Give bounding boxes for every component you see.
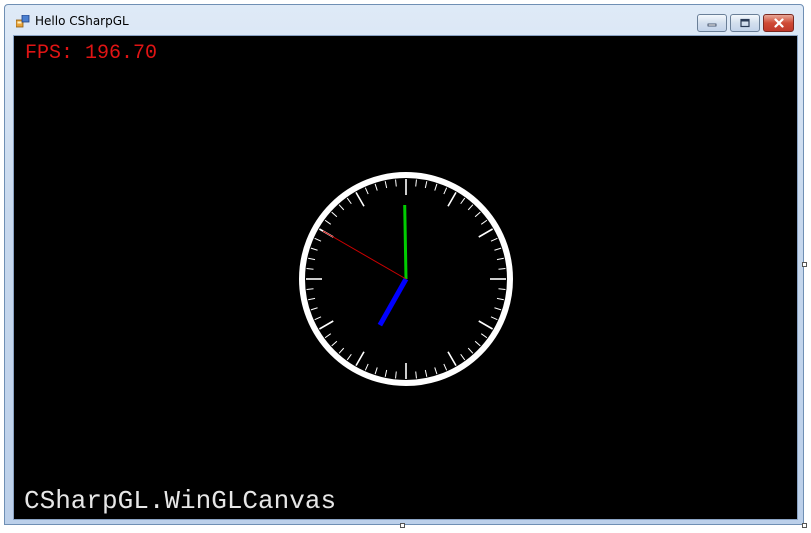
clock-minute-tick — [306, 288, 314, 290]
clock-minute-tick — [467, 347, 474, 354]
clock-minute-tick — [460, 197, 466, 205]
clock-minute-tick — [424, 369, 428, 377]
close-button[interactable] — [763, 14, 794, 32]
clock-hour-tick — [478, 228, 494, 238]
clock-minute-tick — [494, 247, 502, 251]
clock-minute-tick — [480, 333, 488, 339]
clock-minute-tick — [364, 187, 369, 195]
clock-minute-tick — [364, 363, 369, 371]
clock-hour-tick — [447, 191, 457, 207]
clock-minute-tick — [395, 179, 397, 187]
clock-minute-tick — [308, 297, 316, 301]
clock-hour-tick — [447, 351, 457, 367]
clock-minute-tick — [474, 211, 481, 218]
caption-buttons — [697, 14, 794, 32]
clock-minute-tick — [324, 219, 332, 225]
clock-minute-tick — [384, 181, 388, 189]
clock-hour-tick — [478, 320, 494, 330]
clock-minute-tick — [314, 237, 322, 242]
canvas-class-label: CSharpGL.WinGLCanvas — [24, 486, 337, 516]
maximize-icon — [740, 18, 750, 28]
app-icon[interactable] — [16, 15, 30, 28]
clock-minute-tick — [498, 268, 506, 270]
clock-minute-tick — [384, 369, 388, 377]
clock-minute-tick — [314, 316, 322, 321]
second-hand — [322, 230, 407, 280]
clock-minute-tick — [331, 211, 338, 218]
clock-minute-tick — [490, 316, 498, 321]
clock-minute-tick — [374, 183, 378, 191]
clock-hour-tick — [318, 320, 334, 330]
clock-minute-tick — [460, 353, 466, 361]
clock-minute-tick — [443, 363, 448, 371]
clock-minute-tick — [443, 187, 448, 195]
minute-hand — [403, 204, 408, 280]
clock-minute-tick — [308, 257, 316, 261]
clock-minute-tick — [310, 307, 318, 311]
analog-clock — [299, 172, 513, 386]
clock-minute-tick — [434, 183, 438, 191]
resize-grip-corner[interactable] — [802, 523, 807, 528]
resize-grip-right[interactable] — [802, 262, 807, 267]
clock-minute-tick — [306, 268, 314, 270]
fps-counter: FPS: 196.70 — [25, 42, 158, 65]
minimize-button[interactable] — [697, 14, 727, 32]
clock-hour-tick — [355, 351, 365, 367]
clock-minute-tick — [496, 257, 504, 261]
clock-minute-tick — [434, 367, 438, 375]
gl-canvas[interactable]: FPS: 196.70 CSharpGL.WinGLCanvas — [13, 35, 798, 520]
clock-minute-tick — [415, 179, 417, 187]
resize-grip-bottom[interactable] — [400, 523, 405, 528]
clock-minute-tick — [331, 340, 338, 347]
clock-minute-tick — [310, 247, 318, 251]
clock-minute-tick — [424, 181, 428, 189]
clock-minute-tick — [494, 307, 502, 311]
window-title: Hello CSharpGL — [35, 14, 129, 28]
close-icon — [773, 18, 784, 28]
clock-minute-tick — [490, 237, 498, 242]
hour-hand — [377, 277, 409, 327]
clock-minute-tick — [496, 297, 504, 301]
clock-hour-tick — [355, 191, 365, 207]
clock-minute-tick — [374, 367, 378, 375]
clock-minute-tick — [480, 219, 488, 225]
clock-minute-tick — [474, 340, 481, 347]
clock-minute-tick — [467, 204, 474, 211]
clock-minute-tick — [346, 353, 352, 361]
clock-minute-tick — [415, 371, 417, 379]
clock-minute-tick — [338, 347, 345, 354]
minimize-icon — [707, 23, 717, 27]
clock-minute-tick — [338, 204, 345, 211]
clock-minute-tick — [395, 371, 397, 379]
maximize-button[interactable] — [730, 14, 760, 32]
clock-minute-tick — [498, 288, 506, 290]
clock-minute-tick — [346, 197, 352, 205]
clock-minute-tick — [324, 333, 332, 339]
app-window: Hello CSharpGL FPS: 196.70 CSharpGL.WinG… — [4, 4, 804, 525]
